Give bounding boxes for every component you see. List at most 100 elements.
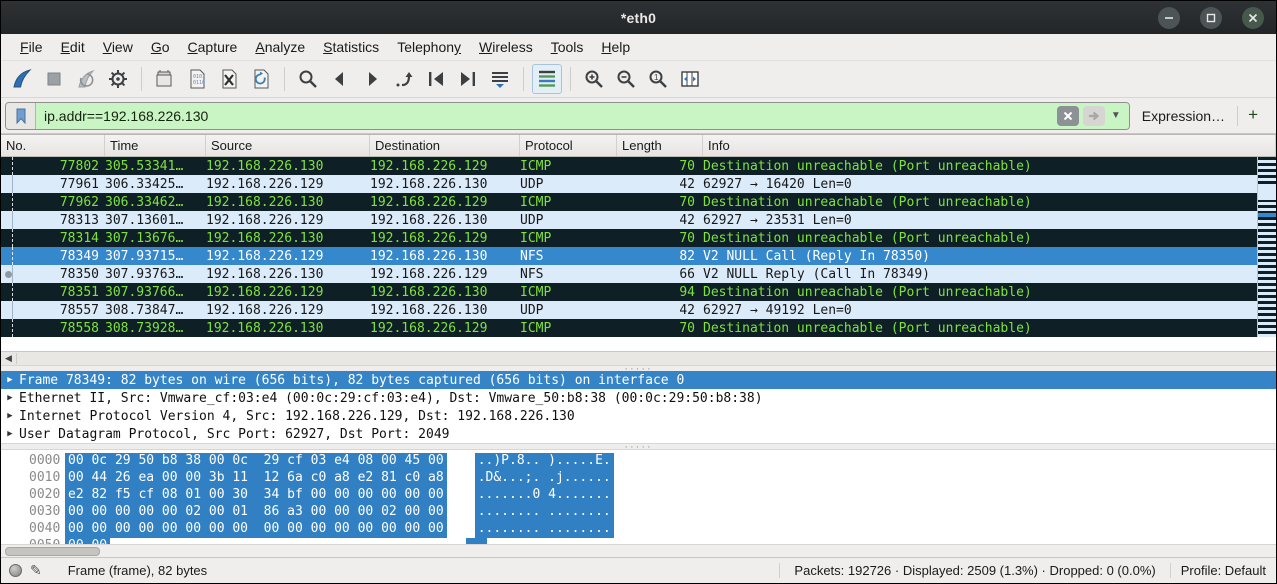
find-packet-icon[interactable]	[293, 64, 323, 94]
hscroll-left-arrow-icon[interactable]: ◀	[1, 353, 17, 364]
menu-item-edit[interactable]: Edit	[52, 36, 94, 58]
resize-columns-icon[interactable]	[675, 64, 705, 94]
hex-bytes[interactable]: 00 44 26 ea 00 00 3b 11 12 6a c0 a8 e2 8…	[65, 470, 447, 487]
details-splitter[interactable]: ·····	[1, 365, 1276, 371]
filter-clear-icon[interactable]	[1057, 106, 1079, 126]
save-file-icon[interactable]: 01010110	[182, 64, 212, 94]
packet-row-78313[interactable]: 78313307.13601…192.168.226.129192.168.22…	[1, 211, 1276, 229]
packet-row-78557[interactable]: 78557308.73847…192.168.226.129192.168.22…	[1, 301, 1276, 319]
go-back-icon[interactable]	[325, 64, 355, 94]
capture-options-icon[interactable]	[103, 64, 133, 94]
packet-row-77962[interactable]: 77962306.33462…192.168.226.130192.168.22…	[1, 193, 1276, 211]
expand-arrow-icon[interactable]: ▶	[1, 393, 19, 403]
hex-offset: 0010	[1, 470, 63, 487]
menu-item-wireless[interactable]: Wireless	[470, 36, 542, 58]
profile-button[interactable]: Profile: Default	[1171, 563, 1276, 578]
packet-row-78314[interactable]: 78314307.13676…192.168.226.130192.168.22…	[1, 229, 1276, 247]
packet-row-78558[interactable]: 78558308.73928…192.168.226.130192.168.22…	[1, 319, 1276, 337]
expert-info-icon[interactable]	[9, 564, 22, 577]
menu-item-statistics[interactable]: Statistics	[314, 36, 388, 58]
hex-ascii[interactable]: ........ ........	[475, 521, 614, 538]
menu-item-analyze[interactable]: Analyze	[246, 36, 314, 58]
go-last-icon[interactable]	[453, 64, 483, 94]
zoom-in-icon[interactable]	[579, 64, 609, 94]
restart-capture-icon[interactable]	[71, 64, 101, 94]
expand-arrow-icon[interactable]: ▶	[1, 429, 19, 439]
detail-line-text: Ethernet II, Src: Vmware_cf:03:e4 (00:0c…	[19, 391, 763, 406]
hex-row-0010[interactable]: 001000 44 26 ea 00 00 3b 11 12 6a c0 a8 …	[1, 470, 1276, 487]
add-filter-button[interactable]: +	[1238, 105, 1268, 127]
display-filter-input[interactable]	[36, 103, 1051, 129]
titlebar[interactable]: *eth0	[1, 1, 1276, 34]
filter-bookmark-icon[interactable]	[6, 103, 36, 129]
close-file-icon[interactable]	[214, 64, 244, 94]
reload-file-icon[interactable]	[246, 64, 276, 94]
hex-ascii[interactable]: ........ ........	[475, 504, 614, 521]
packet-row-78351[interactable]: 78351307.93766…192.168.226.129192.168.22…	[1, 283, 1276, 301]
hex-row-0030[interactable]: 003000 00 00 00 00 02 00 01 86 a3 00 00 …	[1, 504, 1276, 521]
hex-bytes[interactable]: 00 0c 29 50 b8 38 00 0c 29 cf 03 e4 08 0…	[65, 453, 447, 470]
cell-info: 62927 → 23531 Len=0	[703, 213, 1276, 228]
filter-history-dropdown-icon[interactable]: ▼	[1109, 110, 1123, 121]
hex-ascii[interactable]: ..)P.8.. ).....E.	[475, 453, 614, 470]
cell-time: 307.93715…	[105, 249, 206, 264]
hex-ascii[interactable]: .......0 4.......	[475, 487, 614, 504]
minimize-icon[interactable]	[1158, 7, 1180, 29]
detail-line-1[interactable]: ▶Ethernet II, Src: Vmware_cf:03:e4 (00:0…	[1, 389, 1276, 407]
hex-bytes[interactable]: e2 82 f5 cf 08 01 00 30 34 bf 00 00 00 0…	[65, 487, 447, 504]
go-to-packet-icon[interactable]	[389, 64, 419, 94]
cell-info: 62927 → 49192 Len=0	[703, 303, 1276, 318]
column-header-time[interactable]: Time	[105, 135, 206, 156]
menu-item-tools[interactable]: Tools	[542, 36, 593, 58]
stop-capture-icon[interactable]	[39, 64, 69, 94]
column-header-info[interactable]: Info	[703, 135, 1276, 156]
packet-row-78349[interactable]: 78349307.93715…192.168.226.129192.168.22…	[1, 247, 1276, 265]
related-packet-gutter	[1, 211, 17, 229]
menu-item-view[interactable]: View	[94, 36, 142, 58]
hex-bytes[interactable]: 00 00 00 00 00 00 00 00 00 00 00 00 00 0…	[65, 521, 447, 538]
hex-row-0040[interactable]: 004000 00 00 00 00 00 00 00 00 00 00 00 …	[1, 521, 1276, 538]
expand-arrow-icon[interactable]: ▶	[1, 375, 19, 385]
column-header-source[interactable]: Source	[206, 135, 370, 156]
cell-info: Destination unreachable (Port unreachabl…	[703, 159, 1276, 174]
detail-line-2[interactable]: ▶Internet Protocol Version 4, Src: 192.1…	[1, 407, 1276, 425]
column-header-protocol[interactable]: Protocol	[520, 135, 617, 156]
column-header-no[interactable]: No.	[1, 135, 105, 156]
menu-item-go[interactable]: Go	[142, 36, 179, 58]
zoom-out-icon[interactable]	[611, 64, 641, 94]
window-controls	[1158, 1, 1264, 34]
hex-splitter[interactable]: ·····	[1, 443, 1276, 449]
hex-ascii[interactable]: .D&...;. .j......	[475, 470, 614, 487]
column-header-destination[interactable]: Destination	[370, 135, 520, 156]
auto-scroll-icon[interactable]	[485, 64, 515, 94]
maximize-icon[interactable]	[1200, 7, 1222, 29]
filter-apply-icon[interactable]	[1083, 106, 1105, 126]
status-bar: ✎ Frame (frame), 82 bytes Packets: 19272…	[1, 557, 1276, 583]
packet-list-scrollbar[interactable]	[1257, 157, 1276, 337]
expression-button[interactable]: Expression…	[1130, 108, 1237, 124]
hex-row-0000[interactable]: 000000 0c 29 50 b8 38 00 0c 29 cf 03 e4 …	[1, 453, 1276, 470]
go-first-icon[interactable]	[421, 64, 451, 94]
packet-row-77802[interactable]: 77802305.53341…192.168.226.130192.168.22…	[1, 157, 1276, 175]
packet-row-77961[interactable]: 77961306.33425…192.168.226.129192.168.22…	[1, 175, 1276, 193]
start-capture-icon[interactable]	[7, 64, 37, 94]
menu-item-help[interactable]: Help	[592, 36, 639, 58]
open-file-icon[interactable]	[150, 64, 180, 94]
go-forward-icon[interactable]	[357, 64, 387, 94]
close-icon[interactable]	[1242, 7, 1264, 29]
packet-row-78350[interactable]: 78350307.93763…192.168.226.130192.168.22…	[1, 265, 1276, 283]
cell-len: 42	[617, 177, 703, 192]
menu-item-telephony[interactable]: Telephony	[388, 36, 470, 58]
column-header-length[interactable]: Length	[617, 135, 703, 156]
zoom-original-icon[interactable]: 1	[643, 64, 673, 94]
bytes-hscrollbar[interactable]	[1, 544, 1276, 557]
bytes-hscrollbar-thumb[interactable]	[5, 547, 100, 556]
colorize-icon[interactable]	[532, 64, 562, 94]
expand-arrow-icon[interactable]: ▶	[1, 411, 19, 421]
hex-row-0020[interactable]: 0020e2 82 f5 cf 08 01 00 30 34 bf 00 00 …	[1, 487, 1276, 504]
capture-comment-icon[interactable]: ✎	[30, 562, 42, 579]
menu-item-capture[interactable]: Capture	[179, 36, 247, 58]
menu-item-file[interactable]: File	[11, 36, 52, 58]
cell-no: 77962	[17, 195, 105, 210]
hex-bytes[interactable]: 00 00 00 00 00 02 00 01 86 a3 00 00 00 0…	[65, 504, 447, 521]
